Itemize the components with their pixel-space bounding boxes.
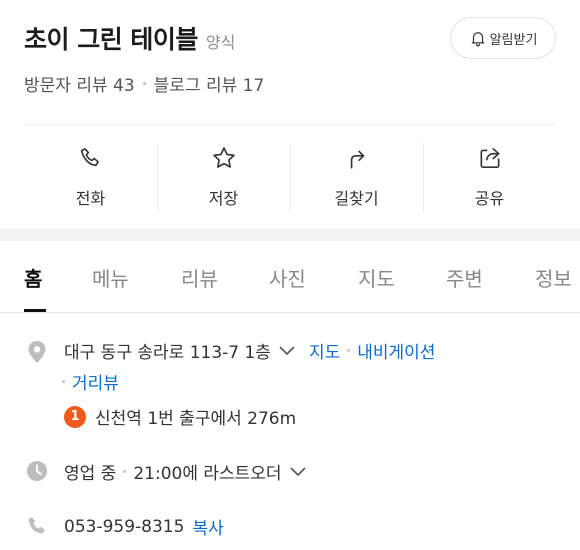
bell-icon bbox=[471, 32, 484, 47]
tab-map[interactable]: 지도 bbox=[358, 263, 395, 292]
tab-menu[interactable]: 메뉴 bbox=[92, 263, 129, 292]
save-label: 저장 bbox=[208, 189, 239, 208]
phone-icon bbox=[80, 147, 99, 167]
tab-photos[interactable]: 사진 bbox=[269, 263, 306, 292]
active-tab-indicator bbox=[24, 309, 46, 312]
tab-reviews[interactable]: 리뷰 bbox=[181, 263, 218, 292]
phone-icon bbox=[28, 517, 45, 534]
clock-icon bbox=[27, 461, 47, 481]
place-category: 양식 bbox=[205, 33, 236, 52]
station-text: 신천역 1번 출구에서 276m bbox=[95, 409, 297, 429]
address-line: 대구 동구 송라로 113-7 1층 지도 내비게이션 bbox=[64, 338, 435, 363]
tab-home[interactable]: 홈 bbox=[24, 263, 42, 292]
separator-dot bbox=[142, 82, 146, 85]
hours-detail: 21:00에 라스트오더 bbox=[133, 464, 282, 484]
tab-bar: 홈 메뉴 리뷰 사진 지도 주변 정보 bbox=[0, 241, 580, 313]
title-row: 초이 그린 테이블 양식 bbox=[24, 20, 235, 56]
directions-icon bbox=[350, 150, 364, 169]
location-pin-icon bbox=[28, 341, 46, 363]
separator-dot bbox=[347, 349, 351, 352]
hours-status: 영업 중 bbox=[64, 464, 117, 484]
call-button[interactable]: 전화 bbox=[24, 125, 157, 216]
map-link[interactable]: 지도 bbox=[309, 338, 340, 363]
chevron-down-icon[interactable] bbox=[279, 346, 295, 356]
save-button[interactable]: 저장 bbox=[157, 125, 290, 216]
street-view-line: 거리뷰 bbox=[62, 369, 119, 394]
section-divider bbox=[0, 229, 580, 241]
separator-dot bbox=[123, 470, 127, 473]
place-name: 초이 그린 테이블 bbox=[24, 25, 198, 54]
share-label: 공유 bbox=[474, 189, 505, 208]
directions-button[interactable]: 길찾기 bbox=[290, 125, 423, 216]
visitor-reviews-link[interactable]: 방문자 리뷰 43 bbox=[24, 71, 135, 96]
notify-button[interactable]: 알림받기 bbox=[450, 17, 556, 59]
address-text: 대구 동구 송라로 113-7 1층 bbox=[64, 343, 271, 363]
notify-label: 알림받기 bbox=[489, 32, 538, 48]
separator-dot bbox=[62, 380, 65, 383]
star-icon bbox=[212, 147, 235, 168]
tab-nearby[interactable]: 주변 bbox=[446, 263, 483, 292]
review-summary: 방문자 리뷰 43 블로그 리뷰 17 bbox=[24, 71, 264, 96]
share-icon bbox=[480, 147, 499, 169]
phone-number[interactable]: 053-959-8315 bbox=[64, 517, 184, 537]
copy-button[interactable]: 복사 bbox=[192, 514, 223, 539]
action-bar: 전화 저장 길찾기 공유 bbox=[24, 124, 556, 216]
phone-line: 053-959-8315 복사 bbox=[64, 514, 224, 540]
tab-info[interactable]: 정보 bbox=[535, 263, 572, 292]
blog-reviews-link[interactable]: 블로그 리뷰 17 bbox=[154, 71, 265, 96]
hours-line[interactable]: 영업 중 21:00에 라스트오더 bbox=[64, 459, 306, 484]
directions-label: 길찾기 bbox=[334, 189, 379, 208]
chevron-down-icon[interactable] bbox=[290, 467, 306, 477]
navigation-link[interactable]: 내비게이션 bbox=[357, 338, 435, 363]
place-header: 초이 그린 테이블 양식 알림받기 방문자 리뷰 43 블로그 리뷰 17 bbox=[0, 0, 580, 120]
share-button[interactable]: 공유 bbox=[423, 125, 556, 216]
station-line: 1 신천역 1번 출구에서 276m bbox=[64, 404, 296, 429]
call-label: 전화 bbox=[75, 189, 106, 208]
subway-line-badge: 1 bbox=[64, 405, 86, 428]
street-view-link[interactable]: 거리뷰 bbox=[72, 369, 119, 394]
